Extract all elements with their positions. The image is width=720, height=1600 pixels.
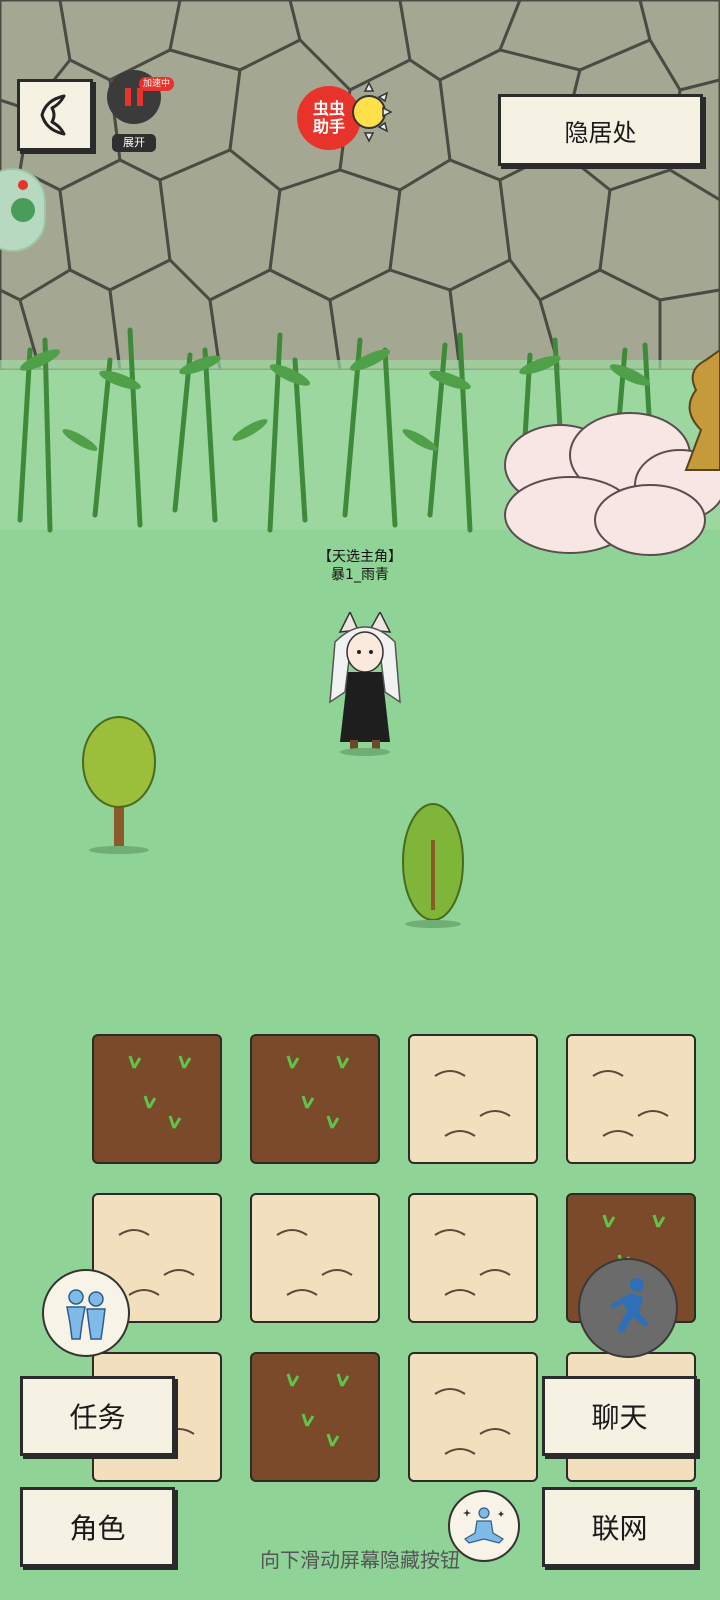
expand-button[interactable]: 展开 — [112, 134, 156, 152]
empty-plot[interactable] — [566, 1034, 696, 1164]
assistant-label-2: 助手 — [312, 117, 345, 136]
player-name: 暴1_雨青 — [331, 567, 389, 583]
run-button[interactable] — [578, 1258, 678, 1358]
social-button[interactable] — [42, 1269, 130, 1357]
player-name-label: 【天选主角】 暴1_雨青 — [300, 548, 420, 584]
golden-statue — [684, 350, 720, 471]
bush-tree — [402, 803, 464, 928]
soil-plot[interactable] — [250, 1352, 380, 1482]
swipe-hint: 向下滑动屏幕隐藏按钮 — [260, 1548, 460, 1572]
two-people-icon — [66, 1289, 106, 1340]
running-person-icon — [610, 1278, 649, 1333]
player-title: 【天选主角】 — [318, 549, 402, 565]
rock-wall-background — [0, 0, 720, 370]
soil-plot[interactable] — [92, 1034, 222, 1164]
soil-plot[interactable] — [250, 1034, 380, 1164]
small-tree — [82, 716, 156, 854]
empty-plot[interactable] — [408, 1034, 538, 1164]
notification-dot — [18, 180, 28, 190]
back-chevron-icon — [40, 94, 66, 136]
speed-badge: 加速中 — [139, 77, 175, 91]
task-button[interactable]: 任务 — [20, 1376, 175, 1456]
empty-plot[interactable] — [408, 1352, 538, 1482]
chat-button[interactable]: 聊天 — [542, 1376, 697, 1456]
widget-icon — [11, 198, 35, 222]
back-button[interactable] — [17, 79, 93, 151]
empty-plot[interactable] — [250, 1193, 380, 1323]
player-character[interactable] — [320, 612, 410, 757]
assistant-label-1: 虫虫 — [312, 99, 345, 118]
location-title: 隐居处 — [498, 94, 703, 166]
assistant-sun-icon — [352, 81, 393, 143]
empty-plot[interactable] — [408, 1193, 538, 1323]
